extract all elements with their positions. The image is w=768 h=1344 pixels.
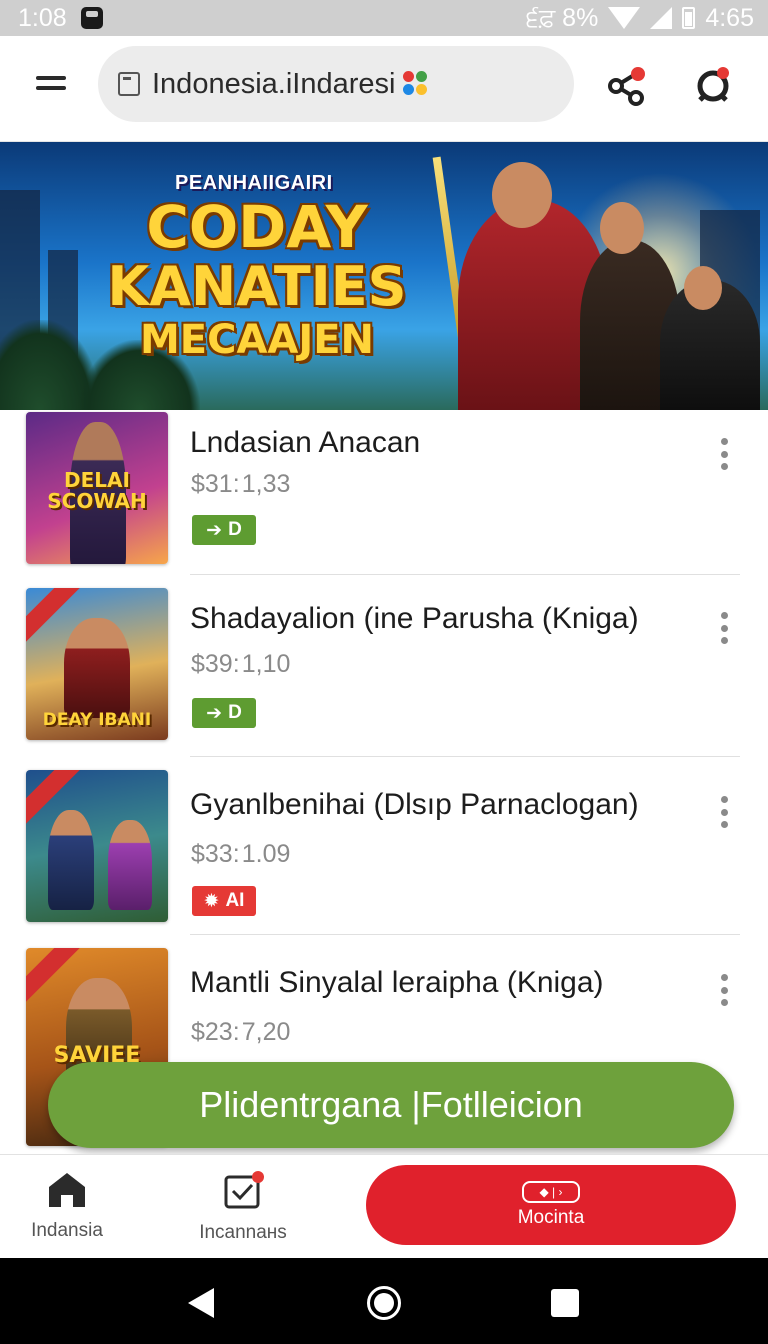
item-price: $31: 1,33 xyxy=(191,470,291,498)
page-icon xyxy=(118,72,140,96)
item-title: Lndasian Anacan xyxy=(190,426,421,459)
divider xyxy=(190,756,740,757)
profile-icon[interactable] xyxy=(692,64,736,108)
thumb-text: DELAI SCOWAH xyxy=(47,468,147,513)
share-icon[interactable] xyxy=(606,64,650,108)
bottom-nav: Indansia Incannaнs ◆ | › Mocinta xyxy=(0,1154,768,1258)
menu-icon[interactable] xyxy=(36,76,66,94)
more-options-icon[interactable] xyxy=(712,608,736,648)
system-nav-bar xyxy=(0,1258,768,1344)
divider xyxy=(190,934,740,935)
item-price: $23: 7,20 xyxy=(191,1018,291,1046)
thumb-character xyxy=(64,618,130,718)
thumb-character xyxy=(48,810,94,910)
more-options-icon[interactable] xyxy=(712,792,736,832)
flame-icon: ✹ xyxy=(203,890,220,912)
status-bar: 1:08 ੬ਫ਼ 8% 4:65 xyxy=(0,0,768,36)
play-icon: ➔ xyxy=(206,519,223,541)
app-header: Indonesia.iIndaresi xyxy=(0,36,768,142)
badge-text: AI xyxy=(225,890,245,911)
search-text: Indonesia.iIndaresi xyxy=(152,67,396,100)
search-bar[interactable]: Indonesia.iIndaresi xyxy=(98,46,574,122)
nav-label-inbox: Incannaнs xyxy=(199,1222,287,1243)
nav-action-button[interactable]: ◆ | › Mocinta xyxy=(366,1165,736,1245)
banner-title-line3: MECAAJEN xyxy=(139,317,375,363)
home-circle-icon[interactable] xyxy=(367,1286,401,1320)
inbox-icon xyxy=(224,1171,264,1209)
more-options-icon[interactable] xyxy=(712,970,736,1010)
recents-icon[interactable] xyxy=(551,1289,579,1317)
nav-item-inbox[interactable]: Incannaнs xyxy=(168,1169,318,1244)
nav-label-home: Indansia xyxy=(31,1220,103,1241)
banner-title-line1: CODAY xyxy=(146,193,368,261)
primary-cta-button[interactable]: Plidentrgana |Fotlleicion xyxy=(48,1062,734,1148)
item-title: Mantli Sinyalal leraipha (Kniga) xyxy=(190,966,604,999)
signal-icon xyxy=(650,7,673,29)
banner-hero-head xyxy=(600,202,644,254)
promo-banner[interactable]: PEANHAIIGAIRI CODAY KANATIES MECAAJEN xyxy=(0,142,768,410)
home-icon xyxy=(49,1173,85,1207)
badge-text: D xyxy=(228,702,242,723)
site-logo-icon xyxy=(403,71,429,97)
more-options-icon[interactable] xyxy=(712,434,736,474)
banner-hero-head xyxy=(492,162,552,228)
play-icon: ➔ xyxy=(206,702,223,724)
item-price: $33: 1.09 xyxy=(191,840,291,868)
item-thumbnail: DEAY IBANI xyxy=(26,588,168,740)
list-item[interactable]: DELAI SCOWAH Lndasian Anacan $31: 1,33 ➔… xyxy=(0,410,768,590)
battery-icon xyxy=(682,7,696,29)
thumb-text: DEAY IBANI xyxy=(42,710,152,730)
banner-kicker: PEANHAIIGAIRI xyxy=(175,172,333,194)
status-indicators: ੬ਫ਼ 8% xyxy=(526,3,599,32)
banner-title-line2: KANATIES xyxy=(107,255,407,318)
item-title: Gyanlbenihai (Dlsıp Parnaclogan) xyxy=(190,788,639,821)
divider xyxy=(190,574,740,575)
sim-card-icon xyxy=(80,7,103,29)
status-time: 1:08 xyxy=(18,3,67,32)
status-clock: 4:65 xyxy=(705,3,754,32)
nav-action-label: Mocinta xyxy=(517,1207,585,1228)
badge-text: D xyxy=(228,519,242,540)
item-badge: ➔ D xyxy=(192,515,256,545)
banner-hero-head xyxy=(684,266,722,310)
ticket-icon: ◆ | › xyxy=(522,1181,580,1203)
list-item[interactable]: Gyanlbenihai (Dlsıp Parnaclogan) $33: 1.… xyxy=(0,768,768,948)
item-badge: ➔ D xyxy=(192,698,256,728)
back-icon[interactable] xyxy=(188,1288,214,1318)
item-badge: ✹ AI xyxy=(192,886,256,916)
item-thumbnail: DELAI SCOWAH xyxy=(26,412,168,564)
wifi-icon xyxy=(608,7,641,29)
banner-title: CODAY KANATIES MECAAJEN xyxy=(92,198,422,360)
item-price: $39: 1,10 xyxy=(191,650,291,678)
item-title: Shadayalion (ine Parusha (Kniga) xyxy=(190,602,639,635)
nav-item-home[interactable]: Indansia xyxy=(0,1169,142,1242)
thumb-character xyxy=(108,820,152,910)
list-item[interactable]: DEAY IBANI Shadayalion (ine Parusha (Kni… xyxy=(0,586,768,766)
item-thumbnail xyxy=(26,770,168,922)
